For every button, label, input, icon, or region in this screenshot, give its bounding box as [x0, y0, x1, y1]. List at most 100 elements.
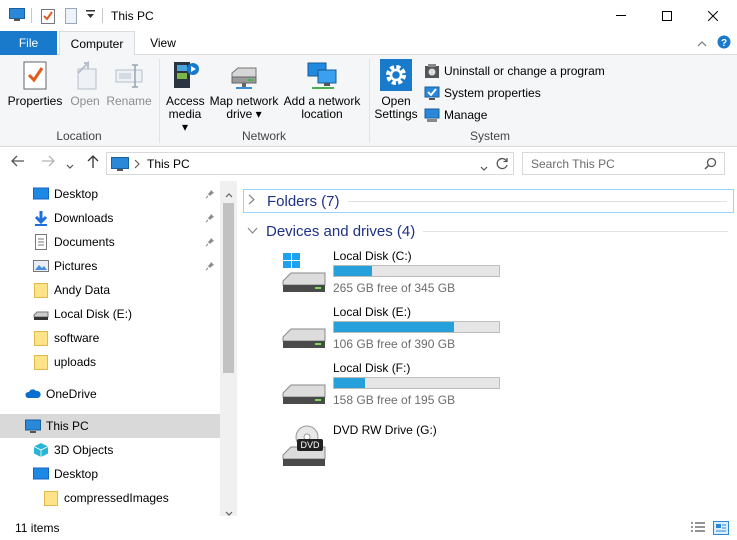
pin-icon[interactable]: [205, 236, 215, 250]
address-history-chevron-icon[interactable]: [480, 161, 488, 175]
properties-icon: [19, 59, 51, 91]
rename-button[interactable]: Rename: [106, 59, 152, 108]
pictures-icon: [33, 258, 49, 274]
sidebar-item-compressedimages[interactable]: compressedImages: [0, 486, 220, 510]
maximize-button[interactable]: [644, 0, 690, 31]
tab-file[interactable]: File: [0, 31, 57, 55]
usage-bar-fill: [334, 266, 372, 276]
scrollbar-thumb[interactable]: [223, 203, 234, 373]
folder-icon: [33, 330, 49, 346]
tab-view[interactable]: View: [141, 31, 185, 55]
system-properties-button[interactable]: System properties: [424, 85, 541, 101]
details-view-icon[interactable]: [690, 521, 706, 538]
desktop-icon: [33, 186, 49, 202]
onedrive-icon: [25, 386, 41, 402]
add-network-location-button[interactable]: Add a network location: [282, 59, 362, 121]
title-bar: This PC: [0, 0, 737, 31]
svg-text:DVD: DVD: [300, 440, 320, 450]
sidebar-item-downloads[interactable]: Downloads: [0, 206, 220, 230]
item-count: 11 items: [15, 521, 60, 535]
this-pc-icon[interactable]: [9, 8, 25, 25]
up-arrow-icon[interactable]: [87, 155, 99, 172]
pin-icon[interactable]: [205, 260, 215, 274]
sidebar-item-pictures[interactable]: Pictures: [0, 254, 220, 278]
new-folder-quick-icon[interactable]: [65, 8, 77, 27]
location-group-label: Location: [56, 129, 102, 143]
system-properties-icon: [424, 85, 440, 101]
sidebar-item-desktop-pc[interactable]: Desktop: [0, 462, 220, 486]
help-icon[interactable]: ?: [717, 35, 731, 52]
sidebar-item-uploads[interactable]: uploads: [0, 350, 220, 374]
usage-bar-fill: [334, 322, 455, 332]
recent-locations-chevron-icon[interactable]: [66, 158, 74, 173]
large-icons-view-icon[interactable]: [713, 521, 729, 538]
tab-computer[interactable]: Computer: [59, 31, 135, 56]
sidebar-item-local-disk-e[interactable]: Local Disk (E:): [0, 302, 220, 326]
drive-icon: [33, 306, 49, 322]
customize-quick-access-icon[interactable]: [86, 9, 95, 23]
folders-group-header[interactable]: Folders (7): [243, 189, 734, 213]
sidebar-item-3d-objects[interactable]: 3D Objects: [0, 438, 220, 462]
header-divider: [423, 230, 728, 232]
pin-icon[interactable]: [205, 212, 215, 226]
sidebar-item-documents[interactable]: Documents: [0, 230, 220, 254]
search-box[interactable]: Search This PC: [522, 152, 725, 175]
devices-group-header[interactable]: Devices and drives (4): [243, 219, 734, 243]
sidebar-scrollbar[interactable]: [220, 181, 237, 516]
search-input[interactable]: Search This PC: [531, 157, 615, 171]
drive-icon: [281, 363, 327, 407]
minimize-button[interactable]: [598, 0, 644, 31]
svg-text:?: ?: [721, 38, 727, 49]
system-group-label: System: [469, 129, 510, 143]
refresh-icon[interactable]: [496, 157, 509, 173]
downloads-icon: [33, 210, 49, 226]
network-location-icon: [306, 59, 338, 91]
expand-chevron-icon[interactable]: [248, 194, 262, 208]
drive-tile[interactable]: Local Disk (F:) 158 GB free of 195 GB: [281, 361, 541, 413]
scroll-up-icon[interactable]: [225, 187, 233, 201]
network-drive-icon: [228, 59, 260, 91]
settings-gear-icon: [380, 59, 412, 91]
sidebar-item-onedrive[interactable]: OneDrive: [0, 382, 220, 406]
location-group: Properties Open Rename Location: [0, 55, 158, 147]
folder-icon: [33, 354, 49, 370]
pin-icon[interactable]: [205, 188, 215, 202]
collapse-chevron-icon[interactable]: [247, 225, 261, 237]
title-separator: [31, 8, 32, 23]
search-icon[interactable]: [704, 157, 717, 173]
network-group-label: Network: [241, 129, 286, 143]
open-icon: [69, 59, 101, 91]
this-pc-icon: [25, 418, 41, 434]
breadcrumb-chevron-icon[interactable]: [134, 158, 140, 172]
drive-icon: [281, 307, 327, 351]
content-pane: Folders (7) Devices and drives (4) Local…: [241, 181, 737, 516]
properties-button[interactable]: Properties: [7, 59, 63, 108]
open-settings-button[interactable]: Open Settings: [374, 59, 418, 121]
drive-tile[interactable]: Local Disk (C:) 265 GB free of 345 GB: [281, 249, 541, 301]
uninstall-program-button[interactable]: Uninstall or change a program: [424, 63, 605, 79]
access-media-button[interactable]: Access media ▾: [166, 59, 205, 134]
collapse-ribbon-icon[interactable]: [697, 37, 707, 51]
close-button[interactable]: [690, 0, 736, 31]
address-bar[interactable]: This PC: [106, 152, 514, 175]
back-arrow-icon[interactable]: [11, 155, 25, 170]
forward-arrow-icon[interactable]: [41, 155, 55, 170]
manage-button[interactable]: Manage: [424, 107, 487, 123]
sidebar-item-andy-data[interactable]: Andy Data: [0, 278, 220, 302]
drive-tile[interactable]: DVD DVD RW Drive (G:): [281, 423, 541, 475]
open-button[interactable]: Open: [66, 59, 104, 108]
rename-icon: [113, 59, 145, 91]
desktop-icon: [33, 466, 49, 482]
sidebar-item-this-pc[interactable]: This PC: [0, 414, 220, 438]
properties-quick-icon[interactable]: [41, 8, 55, 27]
usage-bar: [333, 377, 500, 389]
sidebar-item-software[interactable]: software: [0, 326, 220, 350]
breadcrumb[interactable]: This PC: [147, 157, 190, 171]
uninstall-icon: [424, 63, 440, 79]
access-media-icon: [169, 59, 201, 91]
map-network-drive-button[interactable]: Map network drive ▾: [208, 59, 280, 121]
window-title: This PC: [111, 9, 154, 23]
sidebar-item-desktop[interactable]: Desktop: [0, 182, 220, 206]
manage-computer-icon: [424, 107, 440, 123]
drive-tile[interactable]: Local Disk (E:) 106 GB free of 390 GB: [281, 305, 541, 357]
